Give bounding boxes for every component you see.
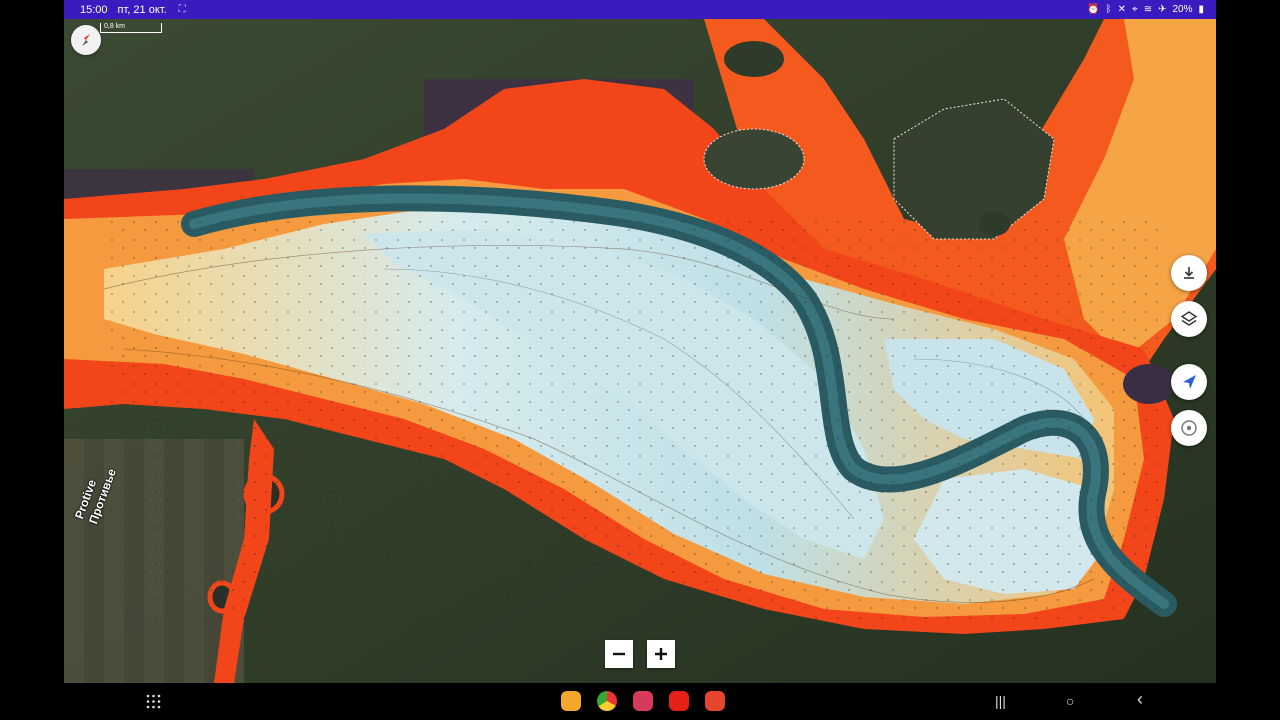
status-bar: 15:00 пт, 21 окт. ⛶ ⏰ ᛒ ✕ ⌖ ≋ ✈ 20% ▮ bbox=[64, 0, 1216, 19]
depth-soundings bbox=[104, 219, 1164, 619]
track-button[interactable] bbox=[1171, 410, 1207, 446]
location-icon: ⌖ bbox=[1132, 4, 1138, 15]
minus-icon bbox=[613, 652, 625, 656]
layers-icon bbox=[1180, 311, 1198, 326]
target-icon bbox=[1181, 420, 1197, 436]
recents-button[interactable]: ||| bbox=[995, 693, 1006, 709]
app-drawer-icon[interactable] bbox=[146, 694, 161, 709]
notes-app-icon[interactable] bbox=[561, 691, 581, 711]
bluetooth-icon: ᛒ bbox=[1105, 4, 1112, 15]
scale-label: 0,8 km bbox=[104, 23, 126, 30]
home-button[interactable]: ○ bbox=[1066, 693, 1074, 709]
island bbox=[724, 41, 784, 77]
alarm-icon: ⏰ bbox=[1087, 4, 1100, 15]
download-button[interactable] bbox=[1171, 255, 1207, 291]
navigation-arrow-icon bbox=[1183, 375, 1196, 389]
screenshot-icon: ⛶ bbox=[178, 4, 186, 15]
airplane-icon: ✈ bbox=[1158, 4, 1167, 15]
zoom-in-button[interactable] bbox=[647, 640, 675, 668]
battery-text: 20% bbox=[1172, 4, 1193, 15]
navigation-bar: ||| ○ ‹ bbox=[64, 683, 1216, 720]
camera-app-icon[interactable] bbox=[633, 691, 653, 711]
layers-button[interactable] bbox=[1171, 301, 1207, 337]
compass-icon bbox=[82, 34, 90, 46]
status-icons: ⏰ ᛒ ✕ ⌖ ≋ ✈ 20% ▮ bbox=[1087, 0, 1204, 19]
plus-icon bbox=[655, 648, 667, 660]
download-icon bbox=[1184, 267, 1194, 279]
status-time: 15:00 bbox=[80, 3, 108, 16]
status-date: пт, 21 окт. bbox=[117, 3, 167, 16]
my-location-button[interactable] bbox=[1171, 364, 1207, 400]
zoom-out-button[interactable] bbox=[605, 640, 633, 668]
chrome-icon[interactable] bbox=[597, 691, 617, 711]
map-canvas bbox=[64, 19, 1216, 683]
bathymetric-map[interactable]: Protive Противье bbox=[64, 19, 1216, 683]
mute-icon: ✕ bbox=[1117, 4, 1127, 15]
app-icon[interactable] bbox=[705, 691, 725, 711]
battery-icon: ▮ bbox=[1198, 4, 1204, 15]
youtube-icon[interactable] bbox=[669, 691, 689, 711]
back-button[interactable]: ‹ bbox=[1137, 689, 1143, 710]
screen: 15:00 пт, 21 окт. ⛶ ⏰ ᛒ ✕ ⌖ ≋ ✈ 20% ▮ Pr… bbox=[64, 0, 1216, 720]
island bbox=[703, 128, 805, 190]
compass-button[interactable] bbox=[71, 25, 101, 55]
wifi-icon: ≋ bbox=[1143, 4, 1153, 15]
